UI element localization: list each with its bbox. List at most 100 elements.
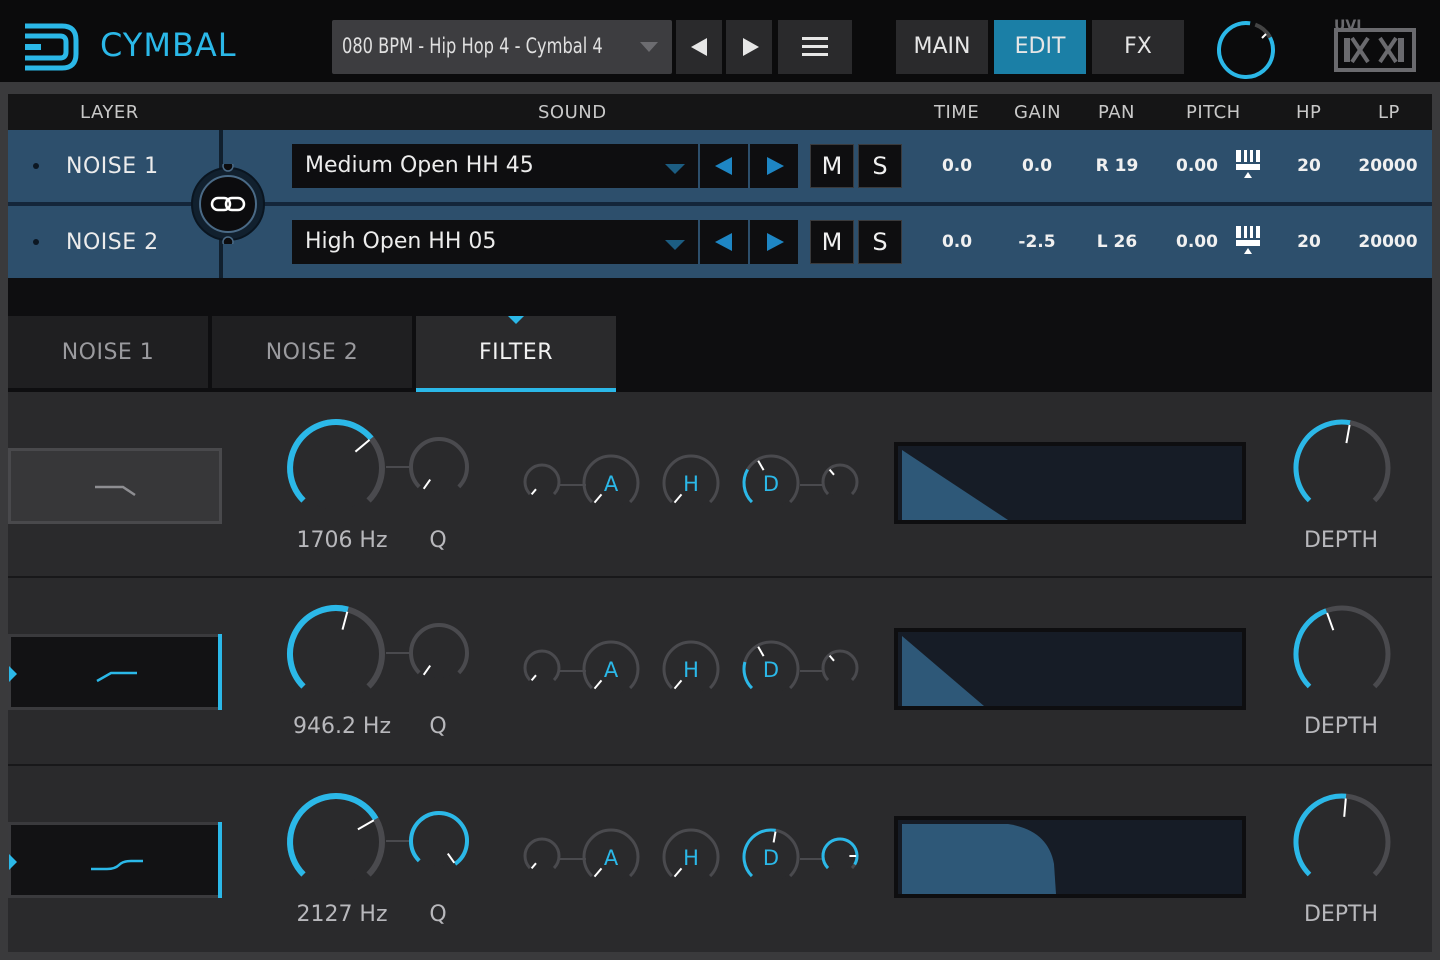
arrow-left-icon (715, 157, 732, 175)
prev-sound-button[interactable] (700, 144, 748, 188)
prev-sound-button[interactable] (700, 220, 748, 264)
next-preset-button[interactable] (726, 20, 772, 74)
filter-type-selector[interactable] (8, 634, 222, 710)
nav-fx-button[interactable]: FX (1092, 20, 1184, 74)
mute-button[interactable]: M (810, 220, 854, 264)
solo-button[interactable]: S (858, 220, 902, 264)
env-decay-label: D (762, 472, 780, 496)
env-hold-label: H (683, 846, 699, 870)
column-gain: GAIN (1014, 102, 1062, 123)
resonance-label: Q (429, 714, 447, 739)
env-attack-label: A (603, 472, 619, 496)
column-pitch: PITCH (1186, 102, 1241, 123)
time-value[interactable]: 0.0 (917, 232, 997, 252)
master-volume-knob[interactable] (1214, 18, 1278, 82)
next-sound-button[interactable] (750, 220, 798, 264)
resonance-label: Q (429, 902, 447, 927)
sound-selector[interactable]: High Open HH 05 (292, 220, 698, 264)
tab-bar: NOISE 1 NOISE 2 FILTER (8, 316, 1432, 392)
arrow-right-icon (767, 157, 784, 175)
env-decay-label: D (762, 846, 780, 870)
chevron-down-icon (640, 42, 658, 52)
top-bar: CYMBAL 080 BPM - Hip Hop 4 - Cymbal 4 MA… (0, 0, 1440, 88)
env-depth-knob[interactable] (1288, 600, 1396, 712)
time-value[interactable]: 0.0 (917, 156, 997, 176)
env-depth-label: DEPTH (1303, 902, 1379, 927)
env-depth-knob[interactable] (1288, 788, 1396, 900)
env-decay-label: D (762, 658, 780, 682)
solo-button[interactable]: S (858, 144, 902, 188)
tab-noise-1[interactable]: NOISE 1 (8, 316, 208, 388)
cutoff-knob[interactable] (282, 414, 390, 526)
arrow-right-icon (767, 233, 784, 251)
active-tab-marker (508, 316, 524, 324)
pitch-value[interactable]: 0.00 (1157, 232, 1237, 252)
column-lp: LP (1378, 102, 1400, 123)
env-sustain-knob[interactable] (820, 648, 860, 692)
uvi-brand-logo: UVI (1334, 18, 1416, 72)
piano-keyboard-icon[interactable] (1236, 226, 1260, 256)
filter-curve-icon (96, 671, 137, 683)
arrow-left-icon (715, 233, 732, 251)
layer-table-header: LAYER SOUND TIME GAIN PAN PITCH HP LP (8, 94, 1432, 130)
piano-keyboard-icon[interactable] (1236, 150, 1260, 180)
filter-section: 946.2 Hz Q A H D DEPTH (8, 578, 1432, 766)
gain-value[interactable]: 0.0 (997, 156, 1077, 176)
filter-type-selector[interactable] (8, 448, 222, 524)
filter-section: 2127 Hz Q A H D DEPTH (8, 766, 1432, 952)
cutoff-value: 1706 Hz (296, 528, 388, 553)
layer-name[interactable]: NOISE 1 (66, 154, 159, 179)
env-depth-knob[interactable] (1288, 414, 1396, 526)
next-sound-button[interactable] (750, 144, 798, 188)
nav-edit-button[interactable]: EDIT (994, 20, 1086, 74)
env-sustain-knob[interactable] (820, 462, 860, 506)
cutoff-knob[interactable] (282, 788, 390, 900)
cutoff-knob[interactable] (282, 600, 390, 712)
filter-curve-icon (91, 859, 143, 871)
resonance-knob[interactable] (406, 808, 472, 878)
layer-name[interactable]: NOISE 2 (66, 230, 159, 255)
filter-type-selector[interactable] (8, 822, 222, 898)
prev-preset-button[interactable] (676, 20, 722, 74)
preset-name: 080 BPM - Hip Hop 4 - Cymbal 4 (342, 34, 603, 58)
envelope-shape (902, 450, 1008, 520)
pan-value[interactable]: R 19 (1077, 156, 1157, 176)
pitch-value[interactable]: 0.00 (1157, 156, 1237, 176)
filter-curve-icon (95, 485, 136, 497)
cymbal-logo-icon (25, 23, 79, 71)
envelope-display (894, 816, 1246, 898)
env-attack-label: A (603, 846, 619, 870)
env-attack-label: A (603, 658, 619, 682)
preset-menu-button[interactable] (778, 20, 852, 74)
layer-select-dot[interactable] (33, 163, 39, 169)
env-sustain-knob[interactable] (820, 836, 860, 880)
tab-noise-2[interactable]: NOISE 2 (212, 316, 412, 388)
lp-value[interactable]: 20000 (1348, 232, 1428, 252)
env-delay-knob[interactable] (522, 836, 562, 880)
hp-value[interactable]: 20 (1269, 232, 1349, 252)
sound-selector[interactable]: Medium Open HH 45 (292, 144, 698, 188)
env-hold-label: H (683, 472, 699, 496)
resonance-knob[interactable] (406, 620, 472, 690)
cutoff-value: 946.2 Hz (292, 714, 392, 739)
tab-filter[interactable]: FILTER (416, 316, 616, 392)
arrow-left-icon (691, 38, 707, 56)
gain-value[interactable]: -2.5 (997, 232, 1077, 252)
nav-main-button[interactable]: MAIN (896, 20, 988, 74)
hamburger-icon (802, 37, 828, 40)
resonance-knob[interactable] (406, 434, 472, 504)
column-hp: HP (1296, 102, 1322, 123)
column-layer: LAYER (80, 102, 139, 123)
env-depth-label: DEPTH (1303, 714, 1379, 739)
layer-select-dot[interactable] (33, 239, 39, 245)
env-delay-knob[interactable] (522, 462, 562, 506)
sound-name: Medium Open HH 45 (305, 153, 534, 178)
lp-value[interactable]: 20000 (1348, 156, 1428, 176)
link-layers-button[interactable] (188, 164, 268, 244)
preset-selector[interactable]: 080 BPM - Hip Hop 4 - Cymbal 4 (332, 20, 672, 74)
sound-name: High Open HH 05 (305, 229, 497, 254)
hp-value[interactable]: 20 (1269, 156, 1349, 176)
env-delay-knob[interactable] (522, 648, 562, 692)
pan-value[interactable]: L 26 (1077, 232, 1157, 252)
mute-button[interactable]: M (810, 144, 854, 188)
